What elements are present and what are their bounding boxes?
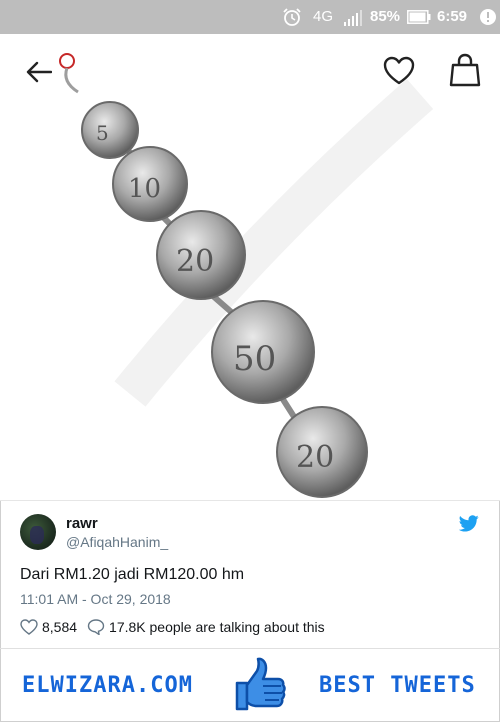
heart-icon[interactable] (383, 56, 415, 86)
avatar[interactable] (20, 514, 56, 550)
footer-section-label: BEST TWEETS (319, 673, 476, 698)
coin-bracelet-image: 5 10 20 50 20 (59, 53, 434, 498)
like-heart-icon[interactable] (20, 619, 38, 635)
svg-text:50: 50 (233, 339, 276, 379)
footer-site-name: ELWIZARA.COM (22, 673, 193, 698)
reply-bubble-icon[interactable] (87, 619, 105, 635)
battery-icon (407, 10, 431, 24)
svg-text:20: 20 (176, 244, 214, 279)
alarm-icon (283, 8, 301, 26)
svg-text:10: 10 (128, 174, 161, 204)
tweet-author-name[interactable]: rawr (66, 515, 98, 532)
svg-text:20: 20 (296, 440, 334, 475)
svg-text:5: 5 (96, 121, 109, 145)
clock-time: 6:59 (437, 8, 468, 25)
twitter-bird-icon[interactable] (459, 515, 479, 532)
thumbs-up-icon (235, 657, 286, 711)
signal-icon (344, 10, 362, 26)
network-label: 4G (313, 8, 334, 25)
battery-percent: 85% (370, 8, 401, 25)
tweet-text: Dari RM1.20 jadi RM120.00 hm (20, 566, 245, 583)
tweet-author-handle[interactable]: @AfiqahHanim_ (66, 534, 168, 550)
back-arrow-icon[interactable] (26, 61, 52, 83)
info-icon (480, 9, 496, 25)
likes-count: 8,584 (42, 619, 78, 635)
status-bar: 4G 85% 6:59 (0, 0, 500, 34)
shopping-bag-icon[interactable] (449, 53, 481, 87)
tweet-timestamp[interactable]: 11:01 AM - Oct 29, 2018 (20, 591, 171, 607)
talking-count[interactable]: 17.8K people are talking about this (109, 619, 325, 635)
tweet-stats: 8,584 17.8K people are talking about thi… (20, 618, 325, 636)
